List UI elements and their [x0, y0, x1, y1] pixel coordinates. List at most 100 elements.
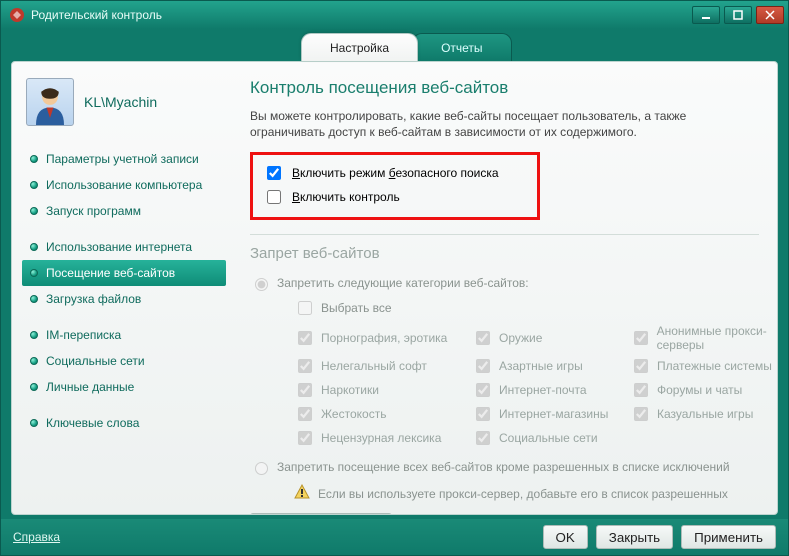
safe-search-checkbox-row[interactable]: Включить режим безопасного поиска	[263, 161, 527, 185]
category-checkbox-input	[298, 407, 312, 421]
safe-search-label: Включить режим безопасного поиска	[292, 166, 499, 180]
sidebar-item[interactable]: Личные данные	[22, 374, 226, 400]
help-link[interactable]: Справка	[13, 530, 60, 544]
proxy-warning-text: Если вы используете прокси-сервер, добав…	[318, 487, 728, 501]
category-checkbox: Интернет-магазины	[472, 404, 622, 424]
category-checkbox-input	[476, 359, 490, 373]
bullet-icon	[30, 155, 38, 163]
close-window-button[interactable]: Закрыть	[596, 525, 673, 549]
tab-label: Отчеты	[441, 41, 482, 55]
window-title: Родительский контроль	[31, 8, 162, 22]
category-checkbox-input	[634, 407, 648, 421]
warning-icon	[294, 484, 310, 503]
exclusions-button: Исключения (0)... ▾	[250, 513, 392, 514]
tab-row: Настройка Отчеты	[1, 29, 788, 61]
category-label: Социальные сети	[499, 431, 598, 445]
radio-block-all	[255, 462, 268, 475]
category-checkbox: Наркотики	[294, 380, 464, 400]
category-label: Интернет-почта	[499, 383, 587, 397]
sidebar-item-label: IM-переписка	[46, 328, 121, 342]
sidebar-item[interactable]: Использование компьютера	[22, 172, 226, 198]
sidebar-item[interactable]: IM-переписка	[22, 322, 226, 348]
sidebar-item[interactable]: Использование интернета	[22, 234, 226, 260]
category-checkbox: Платежные системы	[630, 356, 777, 376]
sidebar-item-label: Использование компьютера	[46, 178, 202, 192]
ok-button[interactable]: OK	[543, 525, 588, 549]
category-checkbox: Форумы и чаты	[630, 380, 777, 400]
category-label: Платежные системы	[657, 359, 772, 373]
enable-control-checkbox[interactable]	[267, 190, 281, 204]
sidebar-item-label: Параметры учетной записи	[46, 152, 199, 166]
profile-name: KL\Myachin	[84, 94, 157, 110]
sidebar-item[interactable]: Ключевые слова	[22, 410, 226, 436]
category-label: Наркотики	[321, 383, 379, 397]
apply-button[interactable]: Применить	[681, 525, 776, 549]
nav-list: Параметры учетной записи Использование ко…	[22, 146, 226, 436]
category-checkbox-input	[476, 431, 490, 445]
proxy-warning-row: Если вы используете прокси-сервер, добав…	[294, 484, 759, 503]
radio-block-all-row: Запретить посещение всех веб-сайтов кром…	[250, 456, 759, 478]
sidebar-item[interactable]: Посещение веб-сайтов	[22, 260, 226, 286]
bullet-icon	[30, 331, 38, 339]
category-label: Азартные игры	[499, 359, 583, 373]
enable-control-checkbox-row[interactable]: Включить контроль	[263, 185, 527, 209]
category-checkbox: Азартные игры	[472, 356, 622, 376]
sidebar-item-label: Запуск программ	[46, 204, 141, 218]
titlebar: Родительский контроль	[1, 1, 788, 29]
category-label: Порнография, эротика	[321, 331, 447, 345]
category-label: Нелегальный софт	[321, 359, 427, 373]
category-label: Анонимные прокси-серверы	[657, 324, 777, 352]
sidebar-item-label: Социальные сети	[46, 354, 145, 368]
sidebar-item-label: Ключевые слова	[46, 416, 139, 430]
sidebar-item[interactable]: Загрузка файлов	[22, 286, 226, 312]
category-checkbox-input	[634, 331, 648, 345]
tab-reports[interactable]: Отчеты	[412, 33, 511, 61]
select-all-label: Выбрать все	[321, 301, 392, 315]
category-checkbox: Нелегальный софт	[294, 356, 464, 376]
sidebar-item-label: Использование интернета	[46, 240, 192, 254]
sidebar-item-label: Посещение веб-сайтов	[46, 266, 175, 280]
close-button[interactable]	[756, 6, 784, 24]
app-window: Родительский контроль Настройка Отчеты	[0, 0, 789, 556]
sidebar-item-label: Загрузка файлов	[46, 292, 141, 306]
radio-categories-label: Запретить следующие категории веб-сайтов…	[277, 276, 529, 290]
maximize-button[interactable]	[724, 6, 752, 24]
category-grid: Порнография, эротикаОружиеАнонимные прок…	[294, 324, 759, 448]
profile-block: KL\Myachin	[22, 72, 226, 140]
category-label: Нецензурная лексика	[321, 431, 441, 445]
minimize-button[interactable]	[692, 6, 720, 24]
block-section-title: Запрет веб-сайтов	[250, 245, 759, 262]
category-checkbox: Оружие	[472, 324, 622, 352]
bullet-icon	[30, 243, 38, 251]
sidebar: KL\Myachin Параметры учетной записи Испол…	[12, 62, 232, 514]
bullet-icon	[30, 419, 38, 427]
page-title: Контроль посещения веб-сайтов	[250, 78, 759, 98]
category-checkbox-input	[298, 331, 312, 345]
category-checkbox-input	[476, 383, 490, 397]
highlight-box: Включить режим безопасного поиска Включи…	[250, 152, 540, 220]
category-checkbox-input	[476, 331, 490, 345]
tab-settings[interactable]: Настройка	[301, 33, 418, 61]
footer: Справка OK Закрыть Применить	[1, 519, 788, 555]
select-all-checkbox	[298, 301, 312, 315]
category-checkbox: Интернет-почта	[472, 380, 622, 400]
safe-search-checkbox[interactable]	[267, 166, 281, 180]
category-checkbox: Жестокость	[294, 404, 464, 424]
category-checkbox	[630, 428, 777, 448]
category-checkbox: Порнография, эротика	[294, 324, 464, 352]
window-buttons	[692, 6, 784, 24]
category-checkbox: Анонимные прокси-серверы	[630, 324, 777, 352]
sidebar-item[interactable]: Социальные сети	[22, 348, 226, 374]
radio-block-categories: Запретить следующие категории веб-сайтов…	[250, 272, 759, 294]
category-checkbox-input	[476, 407, 490, 421]
bullet-icon	[30, 383, 38, 391]
category-checkbox: Социальные сети	[472, 428, 622, 448]
category-label: Интернет-магазины	[499, 407, 608, 421]
sidebar-item[interactable]: Запуск программ	[22, 198, 226, 224]
page-intro: Вы можете контролировать, какие веб-сайт…	[250, 108, 759, 140]
block-section: Запретить следующие категории веб-сайтов…	[250, 272, 759, 514]
bullet-icon	[30, 357, 38, 365]
sidebar-item[interactable]: Параметры учетной записи	[22, 146, 226, 172]
separator	[250, 234, 759, 235]
category-checkbox-input	[634, 383, 648, 397]
